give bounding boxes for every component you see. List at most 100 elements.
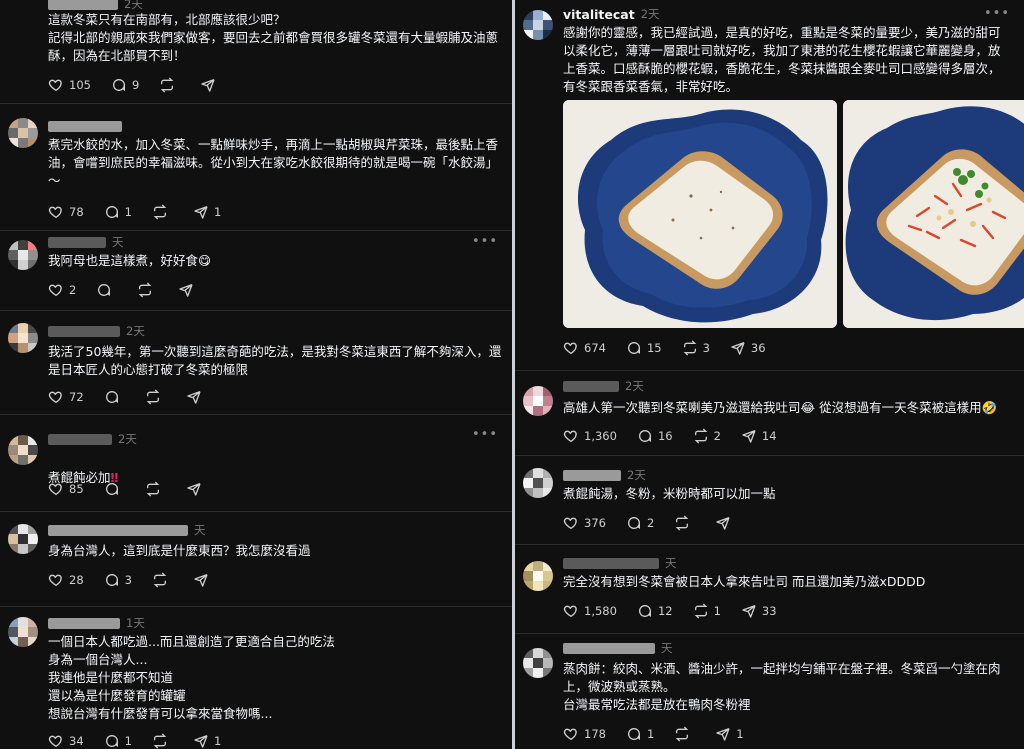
repost-button[interactable]: 1 <box>693 603 721 619</box>
share-count: 1 <box>736 727 744 741</box>
repost-button[interactable] <box>145 389 166 405</box>
avatar[interactable] <box>8 240 38 270</box>
share-button[interactable] <box>200 77 221 93</box>
avatar[interactable] <box>523 648 553 678</box>
reply-post: 2天 煮餛飩湯，冬粉，米粉時都可以加一點 376 2 <box>515 456 1024 545</box>
share-button[interactable] <box>186 481 207 497</box>
like-button[interactable]: 72 <box>48 389 84 405</box>
like-button[interactable]: 2 <box>48 282 76 298</box>
repost-icon <box>693 428 709 444</box>
username-blurred[interactable] <box>48 236 106 248</box>
username[interactable]: vitalitecat <box>563 7 635 22</box>
like-button[interactable]: 674 <box>563 340 606 356</box>
share-count: 36 <box>750 341 766 355</box>
username-blurred[interactable] <box>48 617 120 629</box>
reply-button[interactable]: 1 <box>104 204 132 220</box>
post-header: 1天 <box>48 615 145 631</box>
post-text: 高雄人第一次聽到冬菜喇美乃滋還給我吐司😂 從沒想過有一天冬菜被這樣用🤣 <box>563 400 998 415</box>
like-button[interactable]: 78 <box>48 204 84 220</box>
share-button[interactable] <box>193 572 214 588</box>
like-count: 1,580 <box>584 604 617 618</box>
avatar[interactable] <box>523 561 553 591</box>
avatar[interactable] <box>8 617 38 647</box>
reply-button[interactable]: 9 <box>111 77 139 93</box>
reply-button[interactable]: 16 <box>637 428 673 444</box>
share-button[interactable]: 33 <box>741 603 777 619</box>
repost-button[interactable] <box>159 77 180 93</box>
share-button[interactable]: 1 <box>715 726 744 742</box>
like-count: 85 <box>69 482 84 496</box>
share-button[interactable] <box>186 389 207 405</box>
repost-button[interactable] <box>152 572 173 588</box>
reply-button[interactable]: 1 <box>104 733 132 749</box>
username-blurred[interactable] <box>48 325 120 337</box>
reply-button[interactable] <box>96 282 117 298</box>
like-button[interactable]: 178 <box>563 726 606 742</box>
avatar[interactable] <box>8 524 38 554</box>
share-button[interactable]: 36 <box>730 340 766 356</box>
share-button[interactable]: 14 <box>741 428 777 444</box>
reply-button[interactable] <box>104 481 125 497</box>
reply-button[interactable]: 1 <box>626 726 654 742</box>
reply-post: 天 完全沒有想到冬菜會被日本人拿來告吐司 而且還加美乃滋xDDDD 1,580 1… <box>515 545 1024 634</box>
avatar[interactable] <box>523 468 553 498</box>
like-button[interactable]: 376 <box>563 515 606 531</box>
repost-button[interactable] <box>674 515 695 531</box>
repost-button[interactable] <box>145 481 166 497</box>
repost-button[interactable] <box>152 204 173 220</box>
more-options-icon[interactable]: ••• <box>472 234 498 249</box>
avatar[interactable] <box>8 435 38 465</box>
like-button[interactable]: 34 <box>48 733 84 749</box>
repost-icon <box>152 733 168 749</box>
like-button[interactable]: 28 <box>48 572 84 588</box>
username-blurred[interactable] <box>563 469 621 481</box>
like-button[interactable]: 1,580 <box>563 603 617 619</box>
post-actions: 2 <box>48 282 199 298</box>
username-blurred[interactable] <box>563 557 659 569</box>
repost-button[interactable] <box>137 282 158 298</box>
repost-button[interactable] <box>674 726 695 742</box>
comment-icon <box>637 428 653 444</box>
avatar[interactable] <box>8 118 38 148</box>
username-blurred[interactable] <box>48 433 112 445</box>
share-count: 14 <box>761 429 777 443</box>
more-options-icon[interactable]: ••• <box>472 427 498 442</box>
reply-button[interactable] <box>104 389 125 405</box>
reply-button[interactable]: 15 <box>626 340 662 356</box>
share-button[interactable] <box>178 282 199 298</box>
share-button[interactable] <box>715 515 736 531</box>
username-blurred[interactable] <box>48 0 118 10</box>
reply-count: 3 <box>124 573 132 587</box>
avatar[interactable] <box>523 10 553 40</box>
post-text: 煮完水餃的水，加入冬菜、一點鮮味炒手，再滴上一點胡椒與芹菜珠，最後點上香油，會嚐… <box>48 137 499 188</box>
post-header: 2天 <box>48 323 145 339</box>
comment-icon <box>626 340 642 356</box>
toast-photo[interactable] <box>843 100 1024 328</box>
avatar[interactable] <box>523 386 553 416</box>
post-text: 完全沒有想到冬菜會被日本人拿來告吐司 而且還加美乃滋xDDDD <box>563 574 926 589</box>
avatar[interactable] <box>8 323 38 353</box>
username-blurred[interactable] <box>563 642 655 654</box>
post-actions: 178 1 1 <box>563 726 744 742</box>
reply-button[interactable]: 3 <box>104 572 132 588</box>
share-button[interactable]: 1 <box>193 733 221 749</box>
toast-photo[interactable] <box>563 100 837 328</box>
repost-button[interactable]: 2 <box>693 428 721 444</box>
reply-button[interactable]: 12 <box>637 603 673 619</box>
like-button[interactable]: 1,360 <box>563 428 617 444</box>
username-blurred[interactable] <box>563 380 619 392</box>
reply-post: 1天 一個日本人都吃過...而且還創造了更適合自己的吃法 身為一個台灣人... … <box>0 607 512 749</box>
heart-icon <box>48 481 64 497</box>
repost-button[interactable] <box>152 733 173 749</box>
like-button[interactable]: 105 <box>48 77 91 93</box>
repost-button[interactable]: 3 <box>682 340 710 356</box>
username-blurred[interactable] <box>48 120 122 132</box>
username-blurred[interactable] <box>48 524 188 536</box>
share-icon <box>193 204 209 220</box>
share-icon <box>200 77 216 93</box>
share-button[interactable]: 1 <box>193 204 221 220</box>
more-options-icon[interactable]: ••• <box>984 6 1010 21</box>
reply-button[interactable]: 2 <box>626 515 654 531</box>
like-button[interactable]: 85 <box>48 481 84 497</box>
heart-icon <box>48 389 64 405</box>
